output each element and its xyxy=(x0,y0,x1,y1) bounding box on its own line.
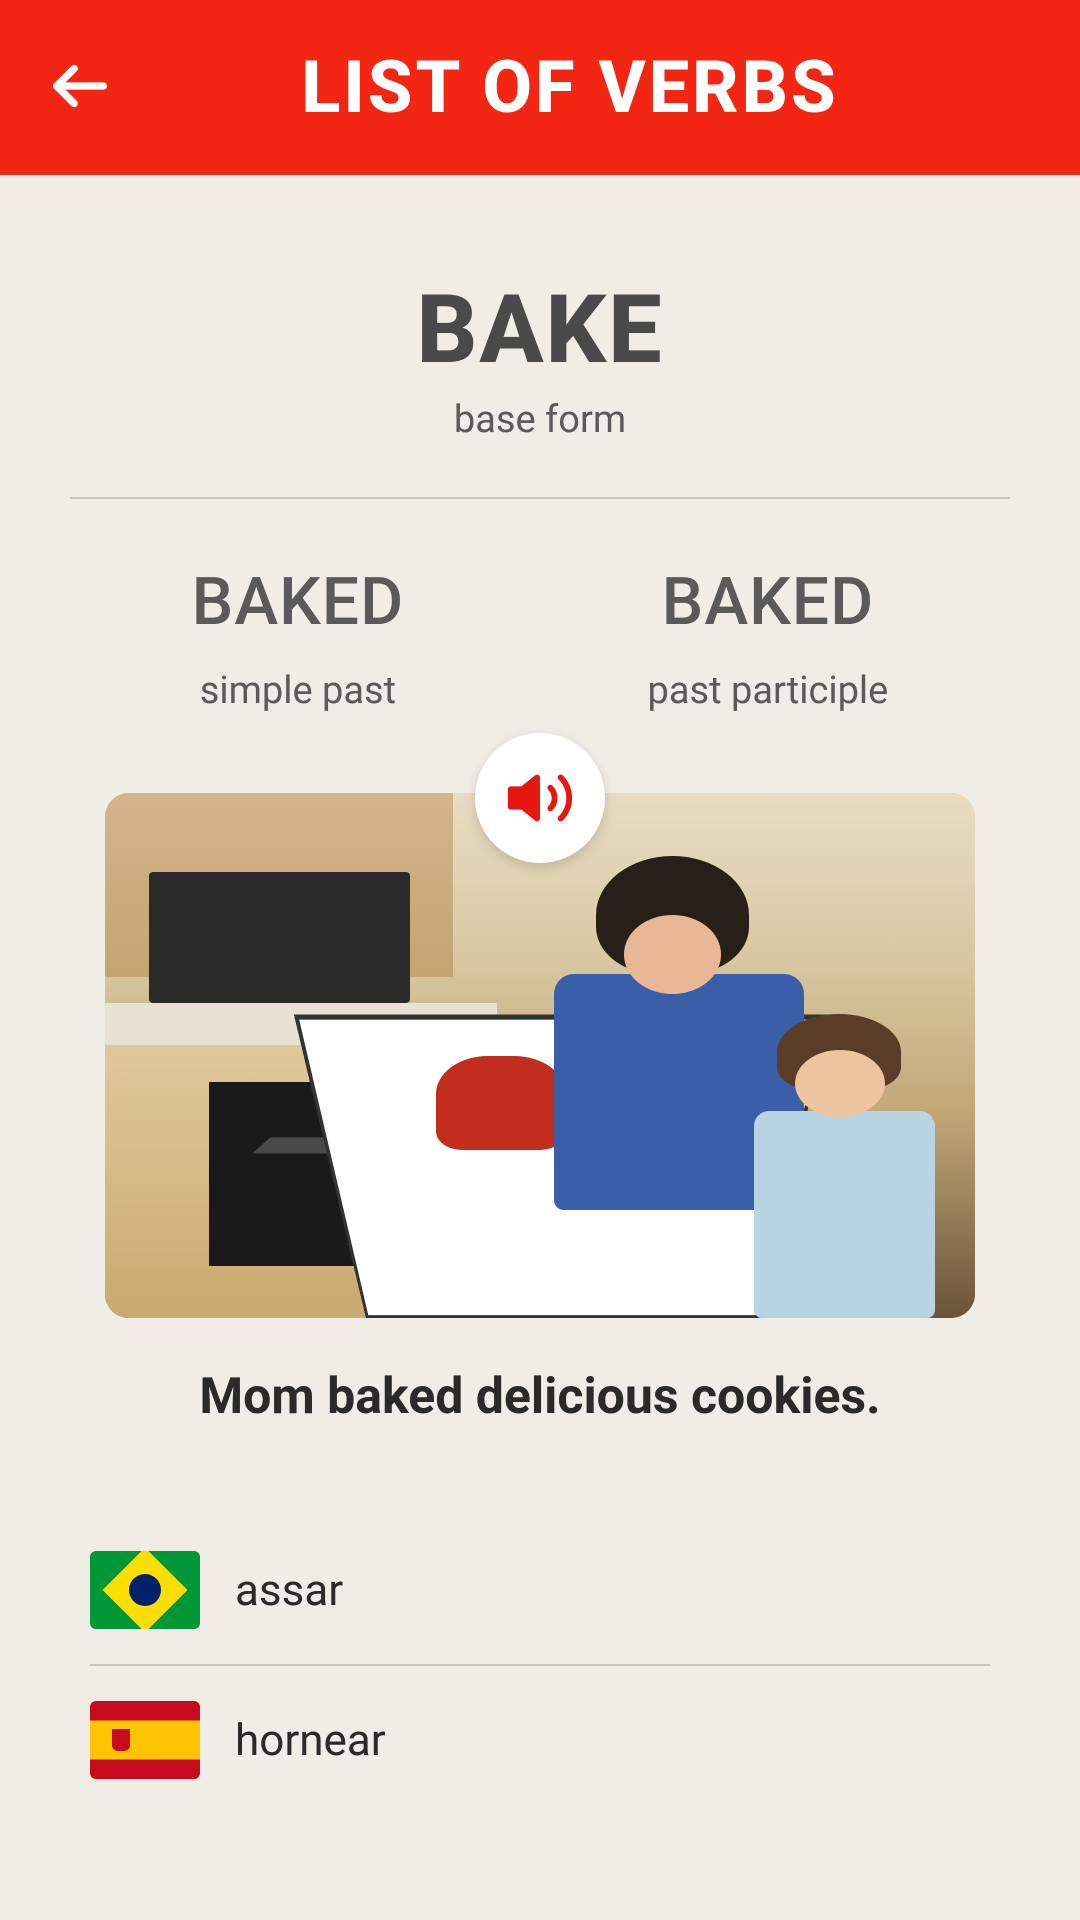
page-title: LIST OF VERBS xyxy=(45,45,1035,130)
speaker-icon xyxy=(505,763,575,833)
verb-simple-past: BAKED xyxy=(192,564,405,641)
image-container xyxy=(105,793,975,1318)
verb-main: BAKE base form xyxy=(70,275,1010,442)
brazil-flag-icon xyxy=(90,1551,200,1629)
translation-word: assar xyxy=(235,1564,343,1616)
verb-simple-past-label: simple past xyxy=(192,669,405,713)
verb-base-form: BAKE xyxy=(70,275,1010,386)
verb-base-form-label: base form xyxy=(70,398,1010,442)
verb-past-participle: BAKED xyxy=(648,564,889,641)
translation-row[interactable]: assar xyxy=(90,1516,990,1664)
spain-flag-icon xyxy=(90,1701,200,1779)
translation-word: hornear xyxy=(235,1714,386,1766)
verb-past-participle-column: BAKED past participle xyxy=(648,564,889,713)
content: BAKE base form BAKED simple past BAKED p… xyxy=(0,175,1080,1814)
header: LIST OF VERBS xyxy=(0,0,1080,175)
divider xyxy=(70,497,1010,499)
translation-row[interactable]: hornear xyxy=(90,1666,990,1814)
verb-forms-row: BAKED simple past BAKED past participle xyxy=(70,564,1010,713)
play-audio-button[interactable] xyxy=(475,733,605,863)
verb-illustration xyxy=(105,793,975,1318)
example-sentence: Mom baked delicious cookies. xyxy=(70,1368,1010,1426)
verb-simple-past-column: BAKED simple past xyxy=(192,564,405,713)
translations-list: assar hornear xyxy=(70,1516,1010,1814)
arrow-left-icon xyxy=(45,51,115,121)
verb-past-participle-label: past participle xyxy=(648,669,889,713)
back-button[interactable] xyxy=(45,51,115,125)
